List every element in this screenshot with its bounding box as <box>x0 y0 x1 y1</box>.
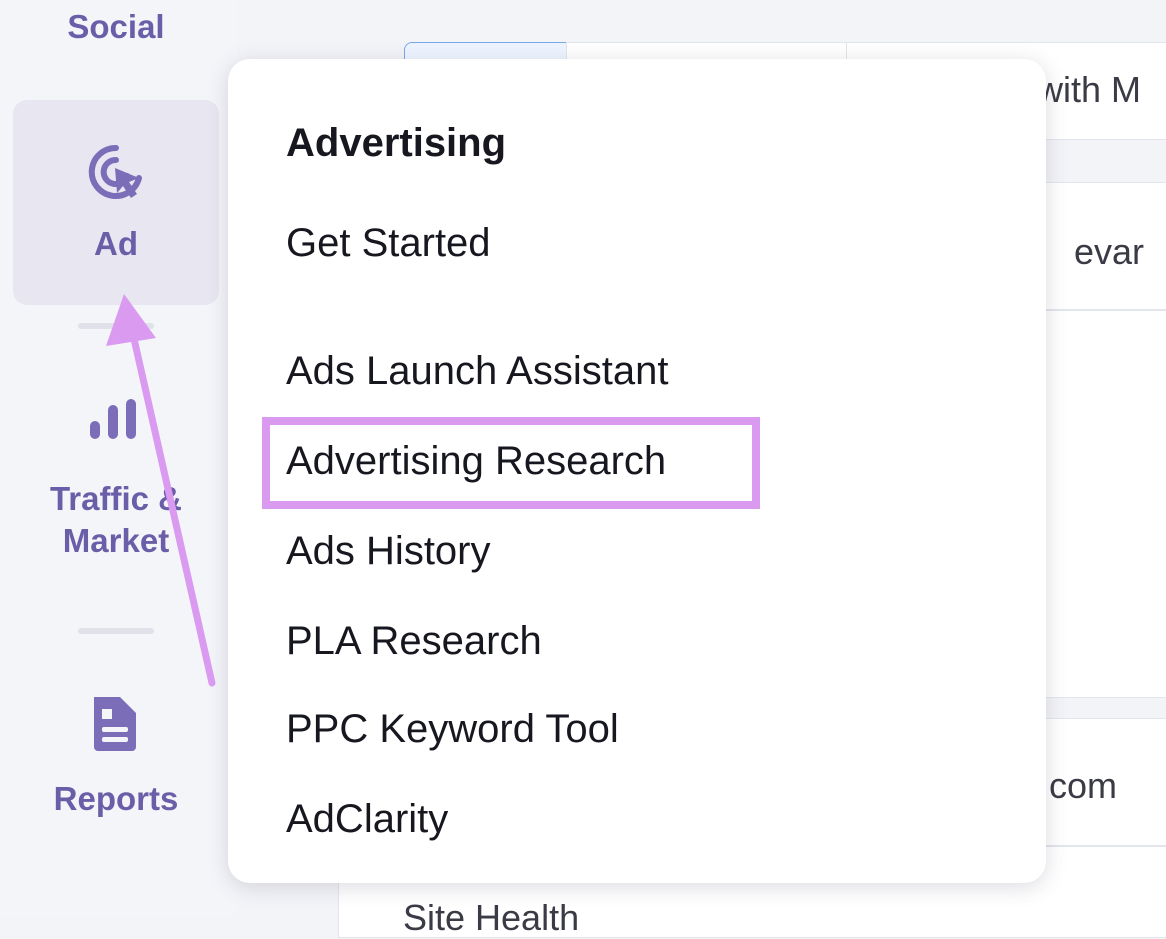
sidebar-item-reports[interactable]: Reports <box>0 780 232 818</box>
row-fragment: evar <box>1074 231 1145 272</box>
sidebar-item-social[interactable]: Social <box>0 8 232 46</box>
menu-title: Advertising <box>286 121 507 165</box>
sidebar: Social Ad Traffic & Market Reports <box>0 0 239 918</box>
menu-item-advertising-research[interactable]: Advertising Research <box>286 439 666 484</box>
menu-item-get-started[interactable]: Get Started <box>286 221 491 266</box>
row-fragment: com <box>1049 765 1118 806</box>
divider <box>78 628 154 634</box>
sidebar-item-traffic-market[interactable]: Traffic & Market <box>0 478 232 562</box>
sidebar-item-ad[interactable]: Ad <box>13 100 219 305</box>
site-health-label: Site Health <box>403 897 580 938</box>
menu-item-ads-history[interactable]: Ads History <box>286 529 491 574</box>
sidebar-item-label: Ad <box>94 225 138 262</box>
menu-item-pla-research[interactable]: PLA Research <box>286 619 542 664</box>
ad-cursor-target-icon <box>88 144 142 199</box>
menu-item-ads-launch-assistant[interactable]: Ads Launch Assistant <box>286 349 668 394</box>
menu-item-ppc-keyword-tool[interactable]: PPC Keyword Tool <box>286 707 619 752</box>
bar-chart-icon <box>90 399 136 439</box>
header-fragment: with M <box>1037 69 1142 110</box>
divider <box>78 323 154 329</box>
advertising-menu: Advertising Get Started Ads Launch Assis… <box>228 59 1046 883</box>
report-document-icon <box>94 697 136 751</box>
menu-item-adclarity[interactable]: AdClarity <box>286 797 448 842</box>
